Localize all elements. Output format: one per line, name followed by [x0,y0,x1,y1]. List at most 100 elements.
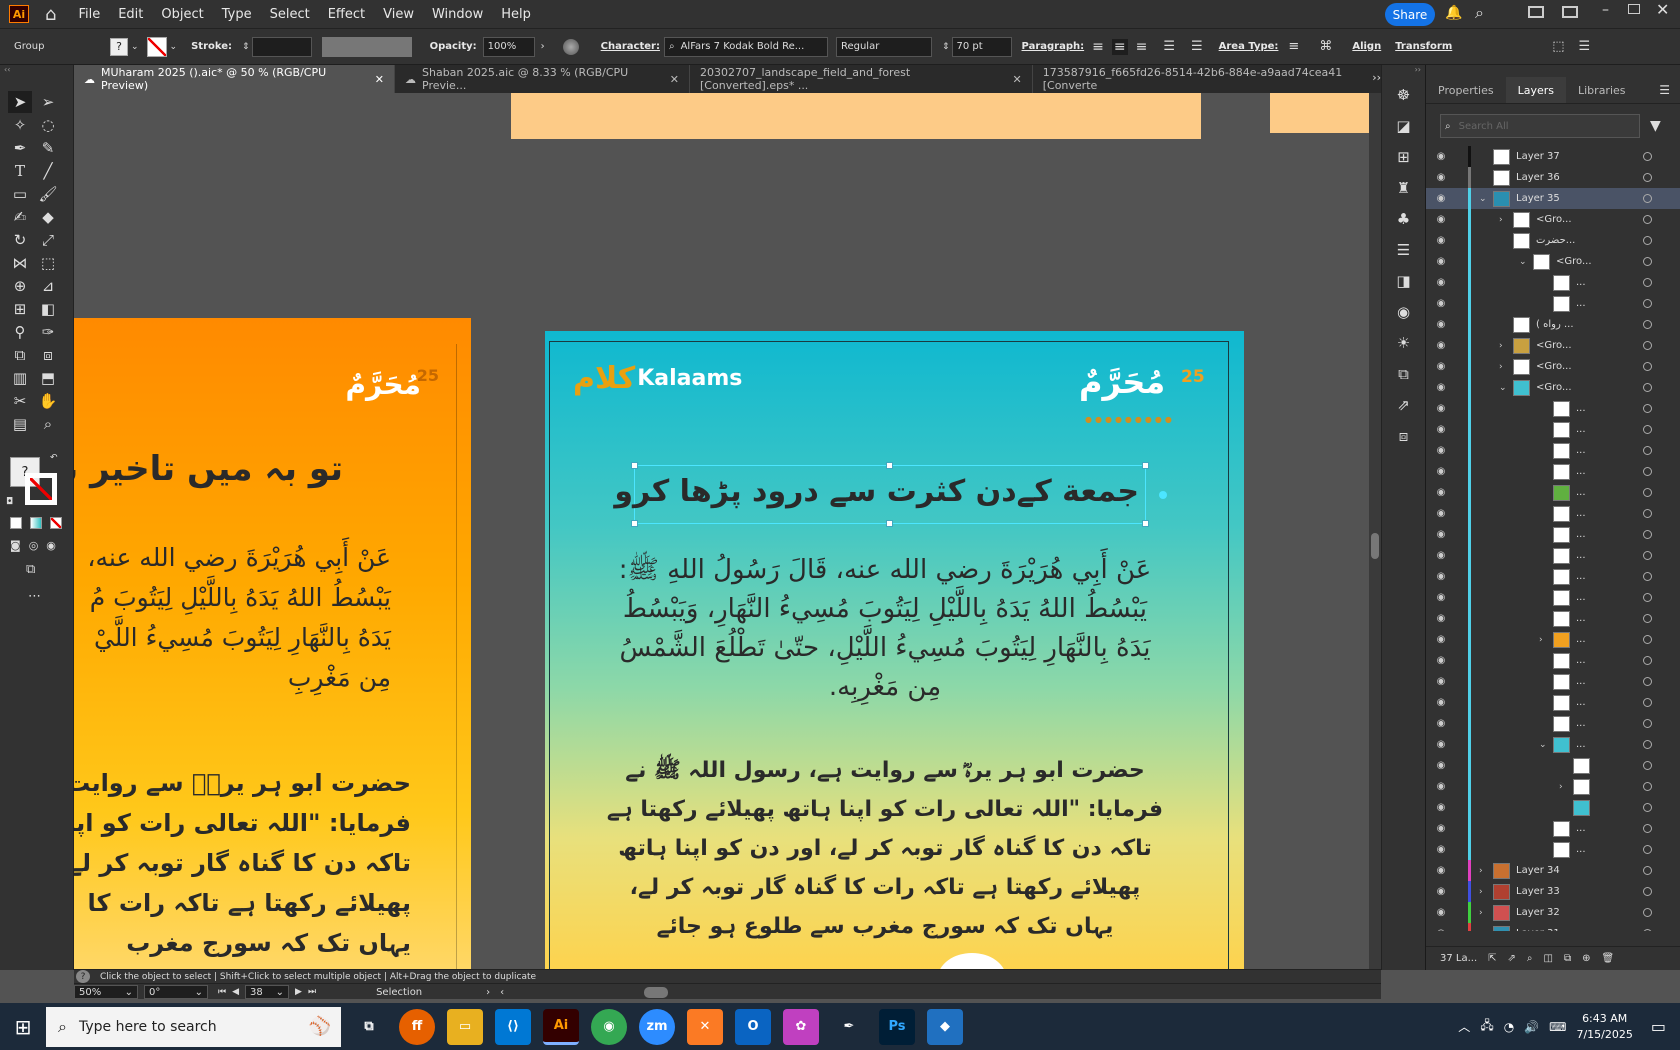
tab-shaban[interactable]: ☁ Shaban 2025.aic @ 8.33 % (RGB/CPU Previ… [395,65,691,93]
expand-chevron-icon[interactable]: › [1559,782,1573,792]
make-clipping-mask-icon[interactable]: ◫ [1544,953,1553,964]
layer-row[interactable]: ◉... [1426,398,1680,419]
target-circle-icon[interactable] [1643,341,1652,350]
visibility-eye-icon[interactable]: ◉ [1430,151,1452,162]
appearance-icon[interactable]: ☸ [1397,86,1410,104]
target-circle-icon[interactable] [1643,551,1652,560]
edit-toolbar-icon[interactable]: ⋯ [28,589,73,604]
chrome-icon[interactable]: ◉ [591,1008,627,1045]
expand-chevron-icon[interactable]: › [1479,908,1493,918]
artboards-icon[interactable]: ⧉ [1398,365,1409,383]
visibility-eye-icon[interactable]: ◉ [1430,529,1452,540]
layer-name[interactable]: Layer 36 [1516,172,1560,183]
menu-window[interactable]: Window [432,7,483,22]
image-trace-icon[interactable]: ⊞ [1397,148,1410,166]
visibility-eye-icon[interactable]: ◉ [1430,781,1452,792]
color-mode-icon[interactable] [10,517,22,529]
layer-name[interactable]: ... [1576,445,1586,456]
column-graph-tool-icon[interactable]: ▥ [8,367,32,389]
menu-object[interactable]: Object [161,7,203,22]
graph-tool-icon[interactable]: ▤ [8,413,32,435]
panel-menu-icon[interactable]: ☰ [1659,83,1670,97]
slice-tool-icon[interactable]: ✂ [8,390,32,412]
menu-effect[interactable]: Effect [328,7,365,22]
layer-row[interactable]: ◉ ( رواه ... [1426,314,1680,335]
canvas[interactable]: مُحَرَّمٌ 25 تو بہ میں تاخیر نہ عَنْ أَب… [74,93,1369,969]
hand-tool-icon[interactable]: ✋ [36,390,60,412]
xampp-icon[interactable]: ✕ [687,1008,723,1045]
layer-row[interactable]: ◉ ›... [1426,629,1680,650]
visibility-eye-icon[interactable]: ◉ [1430,193,1452,204]
layer-name[interactable]: ... [1576,718,1586,729]
layer-row[interactable]: ◉ › Layer 32 [1426,902,1680,923]
draw-behind-icon[interactable]: ◎ [29,539,39,552]
layer-name[interactable]: <Gro... [1536,340,1572,351]
curvature-tool-icon[interactable]: ✎ [36,137,60,159]
target-circle-icon[interactable] [1643,614,1652,623]
tab-landscape[interactable]: 20302707_landscape_field_and_forest [Con… [690,65,1033,93]
layer-row[interactable]: ◉ › <Gro... [1426,356,1680,377]
target-circle-icon[interactable] [1643,278,1652,287]
layer-row[interactable]: ◉ ⌄... [1426,734,1680,755]
layer-row[interactable]: ◉ ⌄ Layer 35 [1426,188,1680,209]
shape-builder-tool-icon[interactable]: ⊕ [8,275,32,297]
target-circle-icon[interactable] [1643,803,1652,812]
target-circle-icon[interactable] [1643,404,1652,413]
share-button[interactable]: Share [1385,3,1435,26]
expand-chevron-icon[interactable]: › [1479,887,1493,897]
visibility-eye-icon[interactable]: ◉ [1430,487,1452,498]
visibility-eye-icon[interactable]: ◉ [1430,319,1452,330]
layer-name[interactable]: ... [1576,571,1586,582]
pen-tool-icon[interactable]: ✒ [8,137,32,159]
visibility-eye-icon[interactable]: ◉ [1430,907,1452,918]
layer-name[interactable]: ... [1576,592,1586,603]
bell-icon[interactable]: 🔔 [1445,5,1462,21]
puppet-warp-icon[interactable]: ⌘ [1319,39,1332,54]
menu-help[interactable]: Help [501,7,531,22]
perspective-grid-tool-icon[interactable]: ⊿ [36,275,60,297]
type-tool-icon[interactable]: T [8,160,32,182]
bullets-icon[interactable]: ☰ [1163,39,1175,54]
symbols-icon[interactable]: ♣ [1397,210,1410,228]
target-circle-icon[interactable] [1643,509,1652,518]
taskbar-search-box[interactable]: ⌕ Type here to search ⚾ [46,1006,341,1047]
target-circle-icon[interactable] [1643,467,1652,476]
target-circle-icon[interactable] [1643,782,1652,791]
layer-row[interactable]: ◉... [1426,545,1680,566]
layer-name[interactable]: <Gro... [1556,256,1592,267]
rectangle-tool-icon[interactable]: ▭ [8,183,32,205]
puppet-icon[interactable]: ♜ [1397,179,1410,197]
rotate-tool-icon[interactable]: ↻ [8,229,32,251]
layer-row[interactable]: ◉... [1426,524,1680,545]
target-circle-icon[interactable] [1643,908,1652,917]
layer-row[interactable]: ◉... [1426,608,1680,629]
target-circle-icon[interactable] [1643,215,1652,224]
target-circle-icon[interactable] [1643,446,1652,455]
vertical-scrollbar[interactable] [1369,93,1381,969]
character-label[interactable]: Character: [601,41,660,52]
draw-normal-icon[interactable]: ◙ [10,539,21,552]
visibility-eye-icon[interactable]: ◉ [1430,508,1452,519]
align-left-icon[interactable]: ≡ [1092,39,1104,55]
expand-chevron-icon[interactable]: ⌄ [1499,383,1513,393]
tab-properties[interactable]: Properties [1426,77,1506,103]
layer-row[interactable]: ◉... [1426,692,1680,713]
layer-name[interactable]: ... [1576,613,1586,624]
vscode-icon[interactable]: ⟨⟩ [495,1008,531,1045]
target-circle-icon[interactable] [1643,887,1652,896]
gradient-tool-icon[interactable]: ◧ [36,298,60,320]
tray-chevron-icon[interactable]: ︿ [1458,1018,1470,1035]
line-tool-icon[interactable]: ╱ [36,160,60,182]
asset-export-icon[interactable]: ◪ [1396,117,1410,135]
direct-selection-tool-icon[interactable]: ➢ [36,91,60,113]
layer-name[interactable]: Layer 33 [1516,886,1560,897]
search-icon[interactable]: ⌕ [1475,3,1484,23]
more-tabs-icon[interactable]: ›› [1372,71,1381,84]
target-circle-icon[interactable] [1643,257,1652,266]
align-right-icon[interactable]: ≡ [1136,39,1148,55]
font-family-field[interactable]: ⌕ AlFars 7 Kodak Bold Re... [663,36,828,57]
target-circle-icon[interactable] [1643,719,1652,728]
layer-row[interactable]: ◉... [1426,713,1680,734]
visibility-eye-icon[interactable]: ◉ [1430,718,1452,729]
visibility-eye-icon[interactable]: ◉ [1430,256,1452,267]
